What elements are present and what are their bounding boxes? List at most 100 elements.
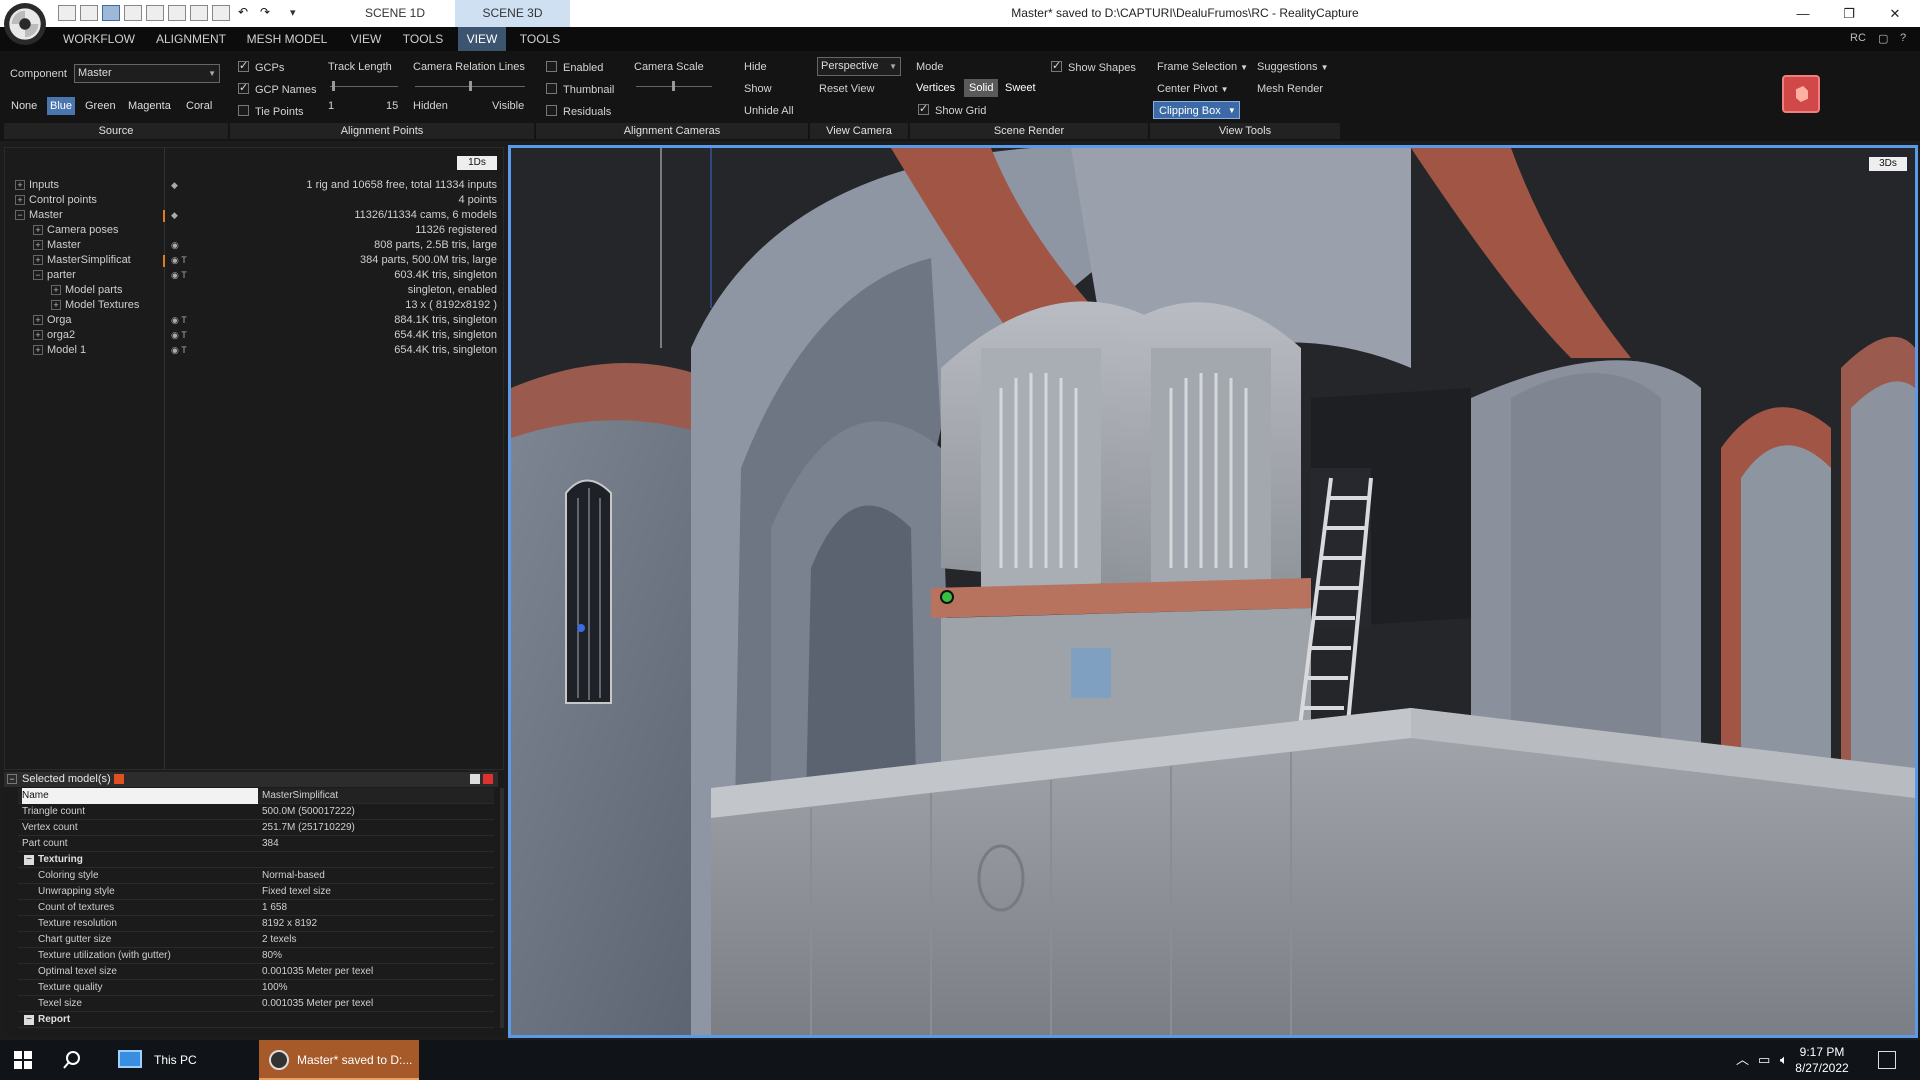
prop-section-texturing[interactable]: − Texturing [18, 852, 494, 868]
layout-2-icon[interactable] [80, 5, 98, 21]
prop-row[interactable]: Texture utilization (with gutter) 80% [18, 948, 494, 964]
expand-icon[interactable]: + [33, 240, 43, 250]
panel-1d-badge[interactable]: 1Ds [457, 156, 497, 170]
tree-row[interactable]: + MasterSimplificat ◉ T 384 parts, 500.0… [5, 253, 501, 268]
track-length-slider[interactable] [330, 81, 398, 91]
color-green-button[interactable]: Green [82, 97, 119, 115]
layout-1-icon[interactable] [58, 5, 76, 21]
collapse-icon[interactable]: − [33, 270, 43, 280]
taskbar-this-pc[interactable]: This PC [106, 1040, 256, 1080]
layout-7-icon[interactable] [190, 5, 208, 21]
prop-row[interactable]: Texture resolution 8192 x 8192 [18, 916, 494, 932]
expand-icon[interactable]: + [15, 180, 25, 190]
unhide-all-button[interactable]: Unhide All [744, 105, 794, 117]
help-icon[interactable]: ? [1900, 32, 1906, 44]
prop-row[interactable]: Vertex count 251.7M (251710229) [18, 820, 494, 836]
menu-scene-tools[interactable]: TOOLS [514, 27, 566, 51]
layout-4-icon[interactable] [124, 5, 142, 21]
prop-row[interactable]: Triangle count 500.0M (500017222) [18, 804, 494, 820]
thumbnail-checkbox[interactable]: Thumbnail [546, 83, 614, 96]
tree-row[interactable]: + Model parts singleton, enabled [5, 283, 501, 298]
tree-row[interactable]: + Inputs ◆ 1 rig and 10658 free, total 1… [5, 178, 501, 193]
clipping-box-button[interactable]: Clipping Box ▼ [1153, 101, 1240, 119]
slider-knob[interactable] [672, 81, 675, 91]
prop-row[interactable]: Unwrapping style Fixed texel size [18, 884, 494, 900]
expand-icon[interactable]: + [33, 225, 43, 235]
close-button[interactable]: ✕ [1872, 0, 1918, 27]
eye-icon[interactable]: ◉ [171, 238, 179, 253]
windows-start-icon[interactable] [14, 1051, 32, 1069]
redo-icon[interactable]: ↷ [256, 5, 274, 21]
expand-icon[interactable]: + [33, 345, 43, 355]
document-icon[interactable]: ▢ [1878, 32, 1888, 45]
slider-knob[interactable] [469, 81, 472, 91]
tab-scene-1d[interactable]: SCENE 1D [340, 0, 450, 27]
tree-row[interactable]: − parter ◉ T 603.4K tris, singleton [5, 268, 501, 283]
camera-scale-slider[interactable] [636, 81, 712, 91]
expand-icon[interactable]: + [33, 255, 43, 265]
gcp-names-checkbox[interactable]: GCP Names [238, 81, 317, 96]
tree-row[interactable]: + Orga ◉ T 884.1K tris, singleton [5, 313, 501, 328]
collapse-icon[interactable]: − [24, 1015, 34, 1025]
expand-icon[interactable]: + [33, 315, 43, 325]
eye-texture-icon[interactable]: ◉ T [171, 253, 187, 268]
expand-icon[interactable]: + [15, 195, 25, 205]
pin-panel-icon[interactable] [114, 774, 124, 784]
reset-view-button[interactable]: Reset View [819, 83, 874, 95]
camera-relation-slider[interactable] [415, 81, 525, 91]
mesh-render-button[interactable]: Mesh Render [1257, 83, 1323, 95]
taskbar-realitycapture[interactable]: Master* saved to D:... [259, 1040, 419, 1080]
prop-row[interactable]: Part count 384 [18, 836, 494, 852]
notification-icon[interactable] [1878, 1051, 1896, 1069]
properties-scrollbar[interactable] [500, 788, 504, 1028]
mode-vertices-button[interactable]: Vertices [911, 79, 960, 97]
menu-view[interactable]: VIEW [344, 27, 388, 51]
tree-row[interactable]: + Camera poses 11326 registered [5, 223, 501, 238]
prop-row-name[interactable]: Name MasterSimplificat [18, 788, 494, 804]
app-logo-icon[interactable] [4, 3, 46, 45]
menu-workflow[interactable]: WORKFLOW [58, 27, 140, 51]
tree-row[interactable]: + Model 1 ◉ T 654.4K tris, singleton [5, 343, 501, 358]
tree-row[interactable]: − Master ◆ 11326/11334 cams, 6 models [5, 208, 501, 223]
expand-icon[interactable]: + [51, 285, 61, 295]
tree-row[interactable]: + Master ◉ 808 parts, 2.5B tris, large [5, 238, 501, 253]
mode-solid-button[interactable]: Solid [964, 79, 999, 97]
tree-row[interactable]: + Control points 4 points [5, 193, 501, 208]
taskbar-clock[interactable]: 9:17 PM 8/27/2022 [1782, 1044, 1862, 1076]
quick-access-dropdown-icon[interactable]: ▾ [290, 6, 296, 19]
prop-section-report[interactable]: − Report [18, 1012, 494, 1028]
eye-texture-icon[interactable]: ◉ T [171, 343, 187, 358]
collapse-icon[interactable]: − [7, 774, 17, 784]
show-grid-checkbox[interactable]: Show Grid [918, 102, 986, 117]
eye-texture-icon[interactable]: ◉ T [171, 313, 187, 328]
residuals-checkbox[interactable]: Residuals [546, 105, 611, 118]
undo-icon[interactable]: ↶ [234, 5, 252, 21]
menu-mesh-model[interactable]: MESH MODEL [244, 27, 330, 51]
suggestions-button[interactable]: Suggestions ▼ [1257, 61, 1329, 73]
expand-icon[interactable]: + [51, 300, 61, 310]
show-button[interactable]: Show [744, 83, 772, 95]
tree-row[interactable]: + orga2 ◉ T 654.4K tris, singleton [5, 328, 501, 343]
color-none-button[interactable]: None [8, 97, 40, 115]
component-select[interactable]: Master ▼ [74, 64, 220, 83]
frame-selection-button[interactable]: Frame Selection ▼ [1157, 61, 1248, 73]
scene-3d-viewport[interactable]: 3Ds [508, 145, 1918, 1038]
collapse-icon[interactable]: − [15, 210, 25, 220]
gcps-checkbox[interactable]: GCPs [238, 59, 284, 74]
mode-sweet-button[interactable]: Sweet [1000, 79, 1041, 97]
eye-texture-icon[interactable]: ◉ T [171, 268, 187, 283]
prop-row[interactable]: Chart gutter size 2 texels [18, 932, 494, 948]
color-coral-button[interactable]: Coral [183, 97, 215, 115]
prop-row[interactable]: Coloring style Normal-based [18, 868, 494, 884]
menu-alignment[interactable]: ALIGNMENT [152, 27, 230, 51]
tray-chevron-icon[interactable]: ︿ [1736, 1040, 1749, 1080]
close-panel-icon[interactable] [483, 774, 493, 784]
tree-row[interactable]: + Model Textures 13 x ( 8192x8192 ) [5, 298, 501, 313]
projection-select[interactable]: Perspective ▼ [817, 57, 901, 76]
network-icon[interactable]: ▭ [1758, 1040, 1770, 1080]
restore-button[interactable]: ❐ [1826, 0, 1872, 27]
prop-row[interactable]: Texture quality 100% [18, 980, 494, 996]
search-icon[interactable] [62, 1050, 82, 1070]
minimize-button[interactable]: — [1780, 0, 1826, 27]
menu-tools[interactable]: TOOLS [398, 27, 448, 51]
